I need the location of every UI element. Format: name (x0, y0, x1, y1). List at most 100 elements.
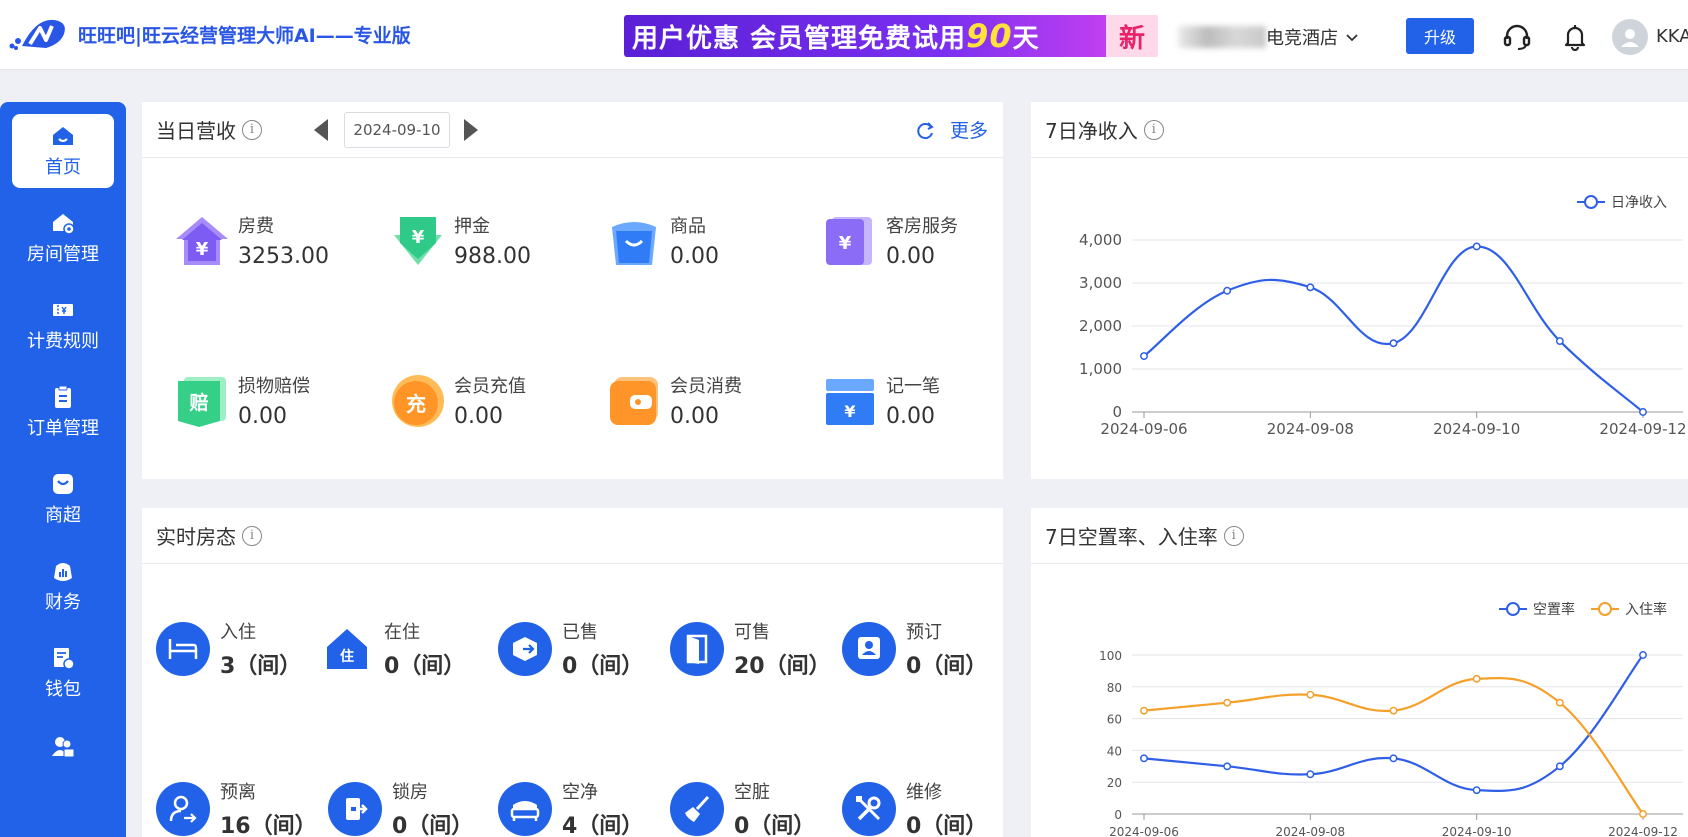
revenue-value: 0.00 (238, 404, 287, 429)
sidebar-item-members[interactable] (12, 712, 114, 786)
data-point[interactable] (1389, 339, 1398, 348)
net-income-chart-card: 7日净收入 i 0 1,000 2,000 3,000 4,000 2024-09-06 20… (1031, 102, 1688, 479)
room-status-value: 0（间） (906, 814, 988, 837)
room-status-staying[interactable]: 住 在住 0（间） (320, 618, 465, 680)
data-point[interactable] (1223, 286, 1232, 295)
room-status-vacant-clean[interactable]: 空净 4（间） (498, 778, 643, 837)
legend-marker[interactable] (1506, 602, 1520, 616)
revenue-item-deposit: ¥ 押金 988.00 (390, 212, 531, 269)
room-status-locked[interactable]: 锁房 0（间） (328, 778, 473, 837)
room-status-label: 维修 (906, 782, 942, 803)
room-status-label: 在住 (384, 622, 420, 643)
room-status-value: 0（间） (384, 654, 466, 679)
data-point[interactable] (1472, 242, 1481, 251)
data-point[interactable] (1306, 283, 1315, 292)
occupancy-chart-card: 7日空置率、入住率 i 0 20 40 60 80 100 2024-09-06 2024-09… (1031, 508, 1688, 837)
room-status-value: 0（间） (562, 654, 644, 679)
data-point[interactable] (1555, 698, 1564, 707)
date-picker[interactable]: 2024-09-10 (344, 112, 450, 148)
room-status-vacant-dirty[interactable]: 空脏 0（间） (670, 778, 815, 837)
logo[interactable]: 旺旺吧|旺云经营管理大师AI——专业版 (6, 14, 411, 54)
revenue-item-goods: 商品 0.00 (606, 212, 719, 269)
room-status-label: 锁房 (392, 782, 428, 803)
room-status-checkout-due[interactable]: 预离 16（间） (156, 778, 317, 837)
x-tick-label: 2024-09-06 (1109, 825, 1179, 837)
data-point[interactable] (1306, 770, 1315, 779)
tools-icon (842, 782, 896, 836)
info-icon[interactable]: i (1223, 525, 1244, 546)
top-header: 旺旺吧|旺云经营管理大师AI——专业版 用户优惠 会员管理免费试用90天 新 电… (0, 0, 1688, 70)
revenue-item-room: ¥ 房费 3253.00 (174, 212, 329, 269)
y-tick-label: 20 (1107, 776, 1122, 790)
data-point[interactable] (1639, 651, 1647, 659)
sidebar-item-label: 钱包 (45, 679, 81, 700)
info-icon[interactable]: i (242, 119, 262, 140)
room-status-value: 16（间） (220, 814, 317, 837)
legend-marker[interactable] (1598, 602, 1612, 616)
headset-icon[interactable] (1502, 22, 1532, 52)
refresh-icon[interactable] (914, 119, 936, 141)
wallet-card-icon (610, 376, 658, 425)
reservation-icon (842, 622, 896, 676)
data-point[interactable] (1472, 674, 1481, 683)
user-icon (1621, 29, 1639, 47)
data-point[interactable] (1140, 706, 1148, 715)
data-point[interactable] (1223, 698, 1232, 707)
revenue-label: 商品 (670, 216, 706, 237)
data-point[interactable] (1389, 754, 1398, 763)
sidebar-item-wallet[interactable]: 钱包 (12, 636, 114, 710)
sidebar-item-rooms[interactable]: 房间管理 (12, 201, 114, 275)
series-line (1143, 677, 1644, 815)
hotel-selector[interactable]: 电竞酒店 (1266, 24, 1360, 50)
revenue-item-member-spend: 会员消费 0.00 (606, 372, 742, 429)
revenue-label: 押金 (454, 216, 490, 237)
data-point[interactable] (1306, 690, 1315, 699)
room-status-available[interactable]: 可售 20（间） (670, 618, 831, 680)
revenue-item-note: ¥ 记一笔 0.00 (822, 372, 940, 429)
room-status-maintenance[interactable]: 维修 0（间） (842, 778, 987, 837)
shop-icon (53, 474, 73, 494)
room-status-checkin[interactable]: 入住 3（间） (156, 618, 301, 680)
sidebar-item-label: 计费规则 (27, 331, 99, 352)
next-date-arrow-icon[interactable] (464, 119, 478, 141)
data-point[interactable] (1639, 408, 1647, 416)
finance-icon (54, 563, 72, 581)
revenue-value: 988.00 (454, 244, 531, 269)
room-status-value: 0（间） (734, 814, 816, 837)
revenue-value: 0.00 (886, 244, 935, 269)
user-name[interactable]: KKA (1656, 26, 1688, 47)
data-point[interactable] (1639, 810, 1647, 818)
house-gear-icon (53, 214, 75, 235)
data-point[interactable] (1555, 337, 1564, 346)
data-point[interactable] (1472, 786, 1481, 795)
data-point[interactable] (1223, 762, 1232, 771)
info-icon[interactable]: i (242, 525, 262, 546)
data-point[interactable] (1140, 754, 1148, 763)
wallet-icon (54, 648, 75, 670)
y-tick-label: 0 (1112, 403, 1122, 421)
sidebar: 首页 房间管理 计费规则 订单管理 商超 财务 钱包 (0, 102, 126, 837)
data-point[interactable] (1555, 762, 1564, 771)
data-point[interactable] (1140, 352, 1148, 361)
data-point[interactable] (1389, 706, 1398, 715)
upgrade-button[interactable]: 升级 (1406, 18, 1474, 54)
x-tick-label: 2024-09-10 (1433, 420, 1520, 438)
room-status-reserved[interactable]: 预订 0（间） (842, 618, 987, 680)
info-icon[interactable]: i (1143, 119, 1164, 140)
prev-date-arrow-icon[interactable] (314, 119, 328, 141)
sidebar-item-billing[interactable]: 计费规则 (12, 288, 114, 362)
legend-marker[interactable] (1584, 195, 1598, 209)
sidebar-item-shop[interactable]: 商超 (12, 462, 114, 536)
more-link[interactable]: 更多 (950, 116, 988, 143)
promo-banner[interactable]: 用户优惠 会员管理免费试用90天 新 (624, 15, 1158, 57)
bell-icon[interactable] (1560, 22, 1590, 52)
room-status-sold[interactable]: 已售 0（间） (498, 618, 643, 680)
sidebar-item-orders[interactable]: 订单管理 (12, 375, 114, 449)
card-title: 实时房态 (156, 525, 236, 549)
note-book-icon: ¥ (826, 378, 874, 425)
avatar[interactable] (1612, 19, 1648, 55)
room-status-value: 4（间） (562, 814, 644, 837)
members-icon (52, 737, 75, 758)
sidebar-item-home[interactable]: 首页 (12, 114, 114, 188)
sidebar-item-finance[interactable]: 财务 (12, 549, 114, 623)
